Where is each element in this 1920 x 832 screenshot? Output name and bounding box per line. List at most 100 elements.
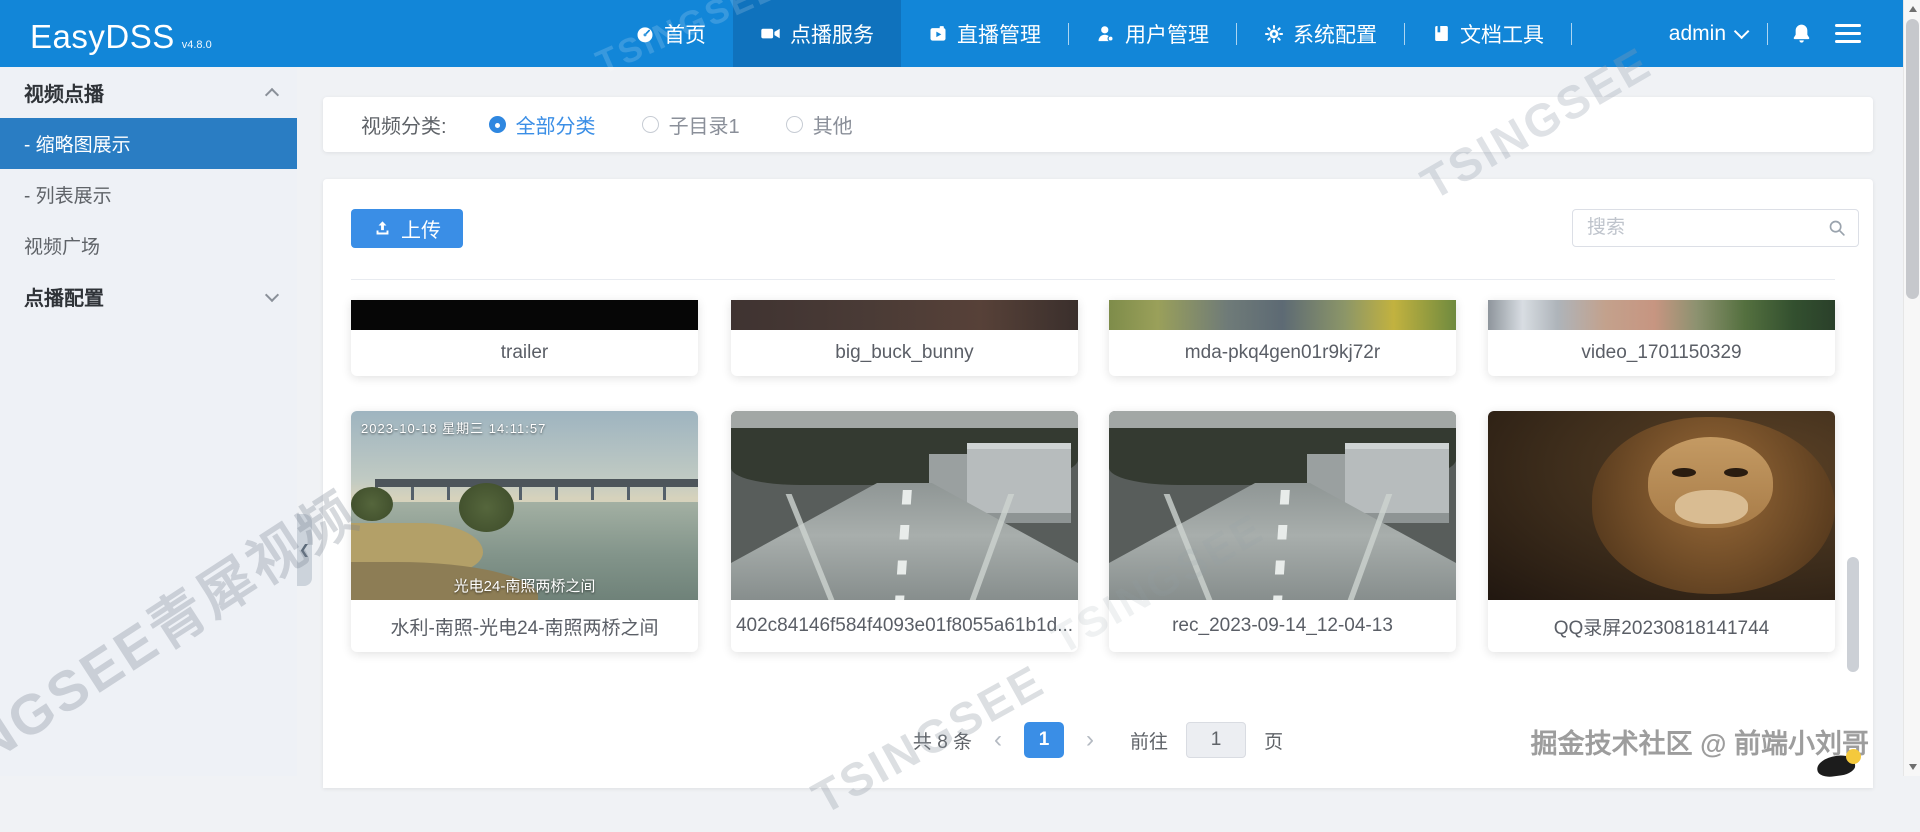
pagination-page-1[interactable]: 1 (1024, 722, 1064, 758)
video-thumbnail (1109, 300, 1456, 330)
browser-scrollbar[interactable] (1903, 0, 1920, 776)
search-input[interactable] (1572, 209, 1859, 247)
nav-item-vod[interactable]: 点播服务 (733, 0, 901, 67)
username: admin (1669, 22, 1726, 46)
video-thumbnail (1488, 300, 1835, 330)
app-window: EasyDSS v4.8.0 首页 点播服务 直播管理 (0, 0, 1903, 776)
video-card-river-bridge[interactable]: 2023-10-18 星期三 14:11:57 光电24-南照两桥之间 水利-南… (351, 411, 698, 652)
upload-icon (373, 219, 392, 238)
sidebar-item-label: - 列表展示 (24, 181, 112, 208)
sidebar-item-thumbnail-view[interactable]: - 缩略图展示 (0, 118, 297, 169)
video-list-panel: 上传 trailer big_buck_bunny mda-pkq4gen0 (323, 179, 1873, 788)
video-card-street-1[interactable]: 402c84146f584f4093e01f8055a61b1d... (731, 411, 1078, 652)
chevron-down-icon (1734, 24, 1750, 40)
nav-separator (1571, 23, 1572, 45)
thumbnail-timestamp-overlay: 2023-10-18 星期三 14:11:57 (361, 418, 546, 437)
video-card-mda[interactable]: mda-pkq4gen01r9kj72r (1109, 300, 1456, 376)
nav-label: 系统配置 (1293, 19, 1377, 49)
sidebar-collapse-handle[interactable]: ❮ (297, 514, 312, 586)
video-title: QQ录屏20230818141744 (1488, 600, 1835, 652)
nav-label: 文档工具 (1460, 19, 1544, 49)
nav-label: 首页 (664, 19, 706, 49)
pagination-goto-label: 前往 (1130, 727, 1168, 754)
sidebar-item-label: 视频广场 (24, 232, 100, 259)
upload-button[interactable]: 上传 (351, 209, 463, 248)
sidebar-item-label: - 缩略图展示 (24, 130, 131, 157)
nav-item-live[interactable]: 直播管理 (901, 0, 1068, 67)
radio-other[interactable]: 其他 (786, 110, 853, 139)
sidebar-item-list-view[interactable]: - 列表展示 (0, 169, 297, 220)
sidebar-item-video-square[interactable]: 视频广场 (0, 220, 297, 271)
nav-item-docs[interactable]: 文档工具 (1405, 0, 1571, 67)
user-menu[interactable]: admin (1669, 22, 1745, 46)
pagination: 共 8 条 ‹ 1 › 前往 页 (323, 722, 1873, 758)
vod-camera-icon (760, 23, 781, 44)
main-nav: 首页 点播服务 直播管理 用户管理 (608, 0, 1572, 67)
video-title: trailer (351, 330, 698, 376)
app-name: EasyDSS (30, 20, 175, 53)
chevron-up-icon (265, 87, 279, 101)
video-card-big-buck-bunny[interactable]: big_buck_bunny (731, 300, 1078, 376)
sidebar-group-label: 视频点播 (24, 78, 104, 107)
nav-separator (1767, 23, 1768, 45)
user-icon (1096, 24, 1116, 44)
category-filter-bar: 视频分类: 全部分类 子目录1 其他 (323, 97, 1873, 152)
divider (351, 279, 1835, 280)
triangle-up-icon (1909, 6, 1917, 12)
search-box (1572, 209, 1859, 247)
hamburger-menu-icon[interactable] (1835, 24, 1861, 43)
radio-all-categories[interactable]: 全部分类 (489, 110, 596, 139)
document-icon (1432, 24, 1451, 43)
inner-scrollbar-thumb[interactable] (1847, 557, 1859, 672)
radio-unselected-icon (642, 116, 659, 133)
pagination-prev-arrow[interactable]: ‹ (990, 728, 1006, 752)
sidebar-group-label: 点播配置 (24, 282, 104, 311)
live-tv-icon (928, 24, 948, 44)
pagination-page-unit: 页 (1264, 727, 1283, 754)
nav-item-home[interactable]: 首页 (608, 0, 733, 67)
video-thumbnail: 2023-10-18 星期三 14:11:57 光电24-南照两桥之间 (351, 411, 698, 600)
filter-label: 视频分类: (361, 110, 447, 139)
video-title: big_buck_bunny (731, 330, 1078, 376)
video-thumbnail (1109, 411, 1456, 600)
video-thumbnail (351, 300, 698, 330)
scrollbar-down-button[interactable] (1904, 758, 1920, 776)
video-card-street-2[interactable]: rec_2023-09-14_12-04-13 (1109, 411, 1456, 652)
video-title: rec_2023-09-14_12-04-13 (1109, 600, 1456, 652)
video-thumbnail (731, 300, 1078, 330)
sidebar-group-vod-config[interactable]: 点播配置 (0, 271, 297, 322)
app-logo[interactable]: EasyDSS v4.8.0 (30, 0, 212, 67)
chevron-down-icon (265, 287, 279, 301)
nav-label: 直播管理 (957, 19, 1041, 49)
video-thumbnail (1488, 411, 1835, 600)
app-version: v4.8.0 (182, 39, 212, 51)
video-card-trailer[interactable]: trailer (351, 300, 698, 376)
thumbnail-camera-overlay: 光电24-南照两桥之间 (351, 575, 698, 596)
triangle-down-icon (1909, 764, 1917, 770)
nav-item-users[interactable]: 用户管理 (1069, 0, 1236, 67)
radio-unselected-icon (786, 116, 803, 133)
pagination-total: 共 8 条 (913, 727, 972, 754)
video-card-qq-record[interactable]: QQ录屏20230818141744 (1488, 411, 1835, 652)
nav-right-cluster: admin (1669, 0, 1861, 67)
pagination-goto-input[interactable] (1186, 722, 1246, 758)
gear-icon (1264, 24, 1284, 44)
radio-subdir1[interactable]: 子目录1 (642, 110, 740, 139)
scrollbar-thumb[interactable] (1906, 19, 1919, 299)
sidebar-group-vod[interactable]: 视频点播 (0, 67, 297, 118)
nav-item-system[interactable]: 系统配置 (1237, 0, 1404, 67)
dashboard-icon (635, 24, 655, 44)
search-icon[interactable] (1826, 217, 1848, 239)
video-title: mda-pkq4gen01r9kj72r (1109, 330, 1456, 376)
sidebar: 视频点播 - 缩略图展示 - 列表展示 视频广场 点播配置 (0, 67, 297, 776)
nav-label: 点播服务 (790, 19, 874, 49)
video-title: video_1701150329 (1488, 330, 1835, 376)
scrollbar-up-button[interactable] (1904, 0, 1920, 18)
bell-icon[interactable] (1790, 22, 1813, 45)
video-card-video-1701150329[interactable]: video_1701150329 (1488, 300, 1835, 376)
video-title: 402c84146f584f4093e01f8055a61b1d... (731, 600, 1078, 652)
top-navbar: EasyDSS v4.8.0 首页 点播服务 直播管理 (0, 0, 1903, 67)
pagination-next-arrow[interactable]: › (1082, 728, 1098, 752)
nav-label: 用户管理 (1125, 19, 1209, 49)
video-title: 水利-南照-光电24-南照两桥之间 (351, 600, 698, 652)
